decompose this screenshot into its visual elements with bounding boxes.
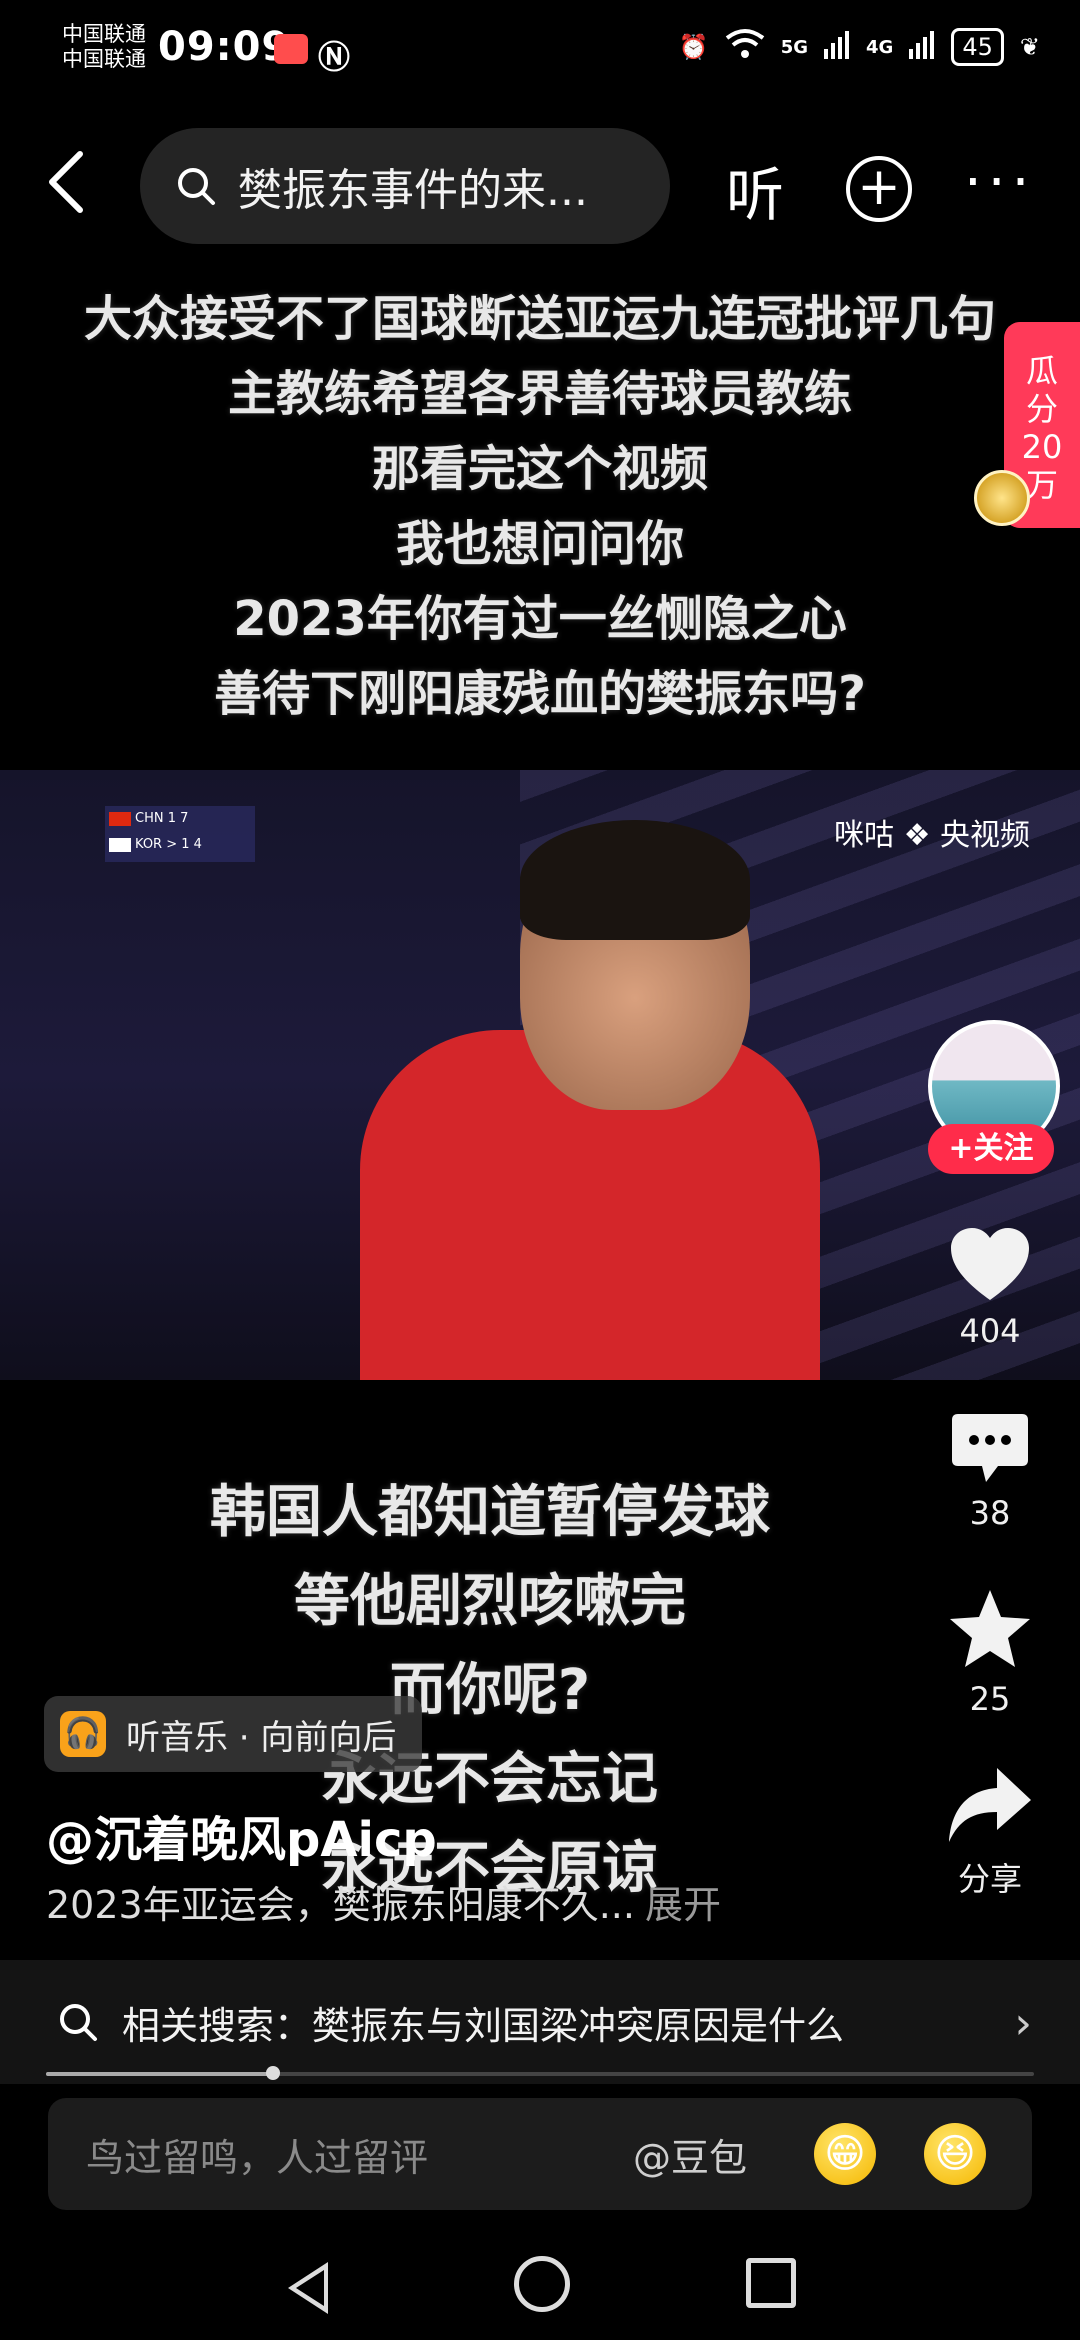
- caption-top-line: 大众接受不了国球断送亚运九连冠批评几句: [83, 291, 996, 347]
- author-handle[interactable]: @沉着晚风pAicp: [46, 1800, 437, 1870]
- nav-back-icon: [296, 2270, 324, 2306]
- scoreboard: CHN 1 7 KOR > 1 4: [105, 806, 255, 862]
- score-row-1: CHN 1 7: [135, 811, 189, 826]
- add-button[interactable]: +: [846, 156, 912, 222]
- chevron-right-icon: ›: [1014, 1998, 1032, 2049]
- caption-bottom-line: 等他剧烈咳嗽完: [294, 1569, 686, 1634]
- caption-top-line: 善待下刚阳康残血的樊振东吗?: [214, 666, 866, 722]
- headphones-icon: 🎧: [60, 1711, 106, 1757]
- share-label: 分享: [957, 1860, 1022, 1898]
- leaf-icon: ❦: [1019, 33, 1040, 61]
- related-search-bar[interactable]: 相关搜索：樊振东与刘国梁冲突原因是什么 ›: [0, 1960, 1080, 2084]
- korea-flag-icon: [109, 837, 131, 852]
- status-time: 09:09: [158, 24, 291, 70]
- star-icon: [950, 1590, 1030, 1667]
- follow-button[interactable]: +关注: [928, 1124, 1054, 1174]
- like-action[interactable]: 404: [930, 1226, 1050, 1350]
- laugh-emoji-button[interactable]: 😆: [924, 2123, 986, 2185]
- signal-icon-2: [909, 29, 935, 65]
- signal-icon-1: [824, 29, 850, 65]
- mention-button[interactable]: @豆包: [633, 2127, 747, 2182]
- search-icon: [178, 168, 215, 205]
- expand-link[interactable]: 展开: [645, 1883, 721, 1927]
- chevron-left-icon: [49, 151, 83, 213]
- share-arrow-icon: [949, 1768, 1031, 1842]
- reward-line: 20: [1021, 428, 1063, 466]
- network-5g-label: 5G: [780, 36, 809, 58]
- plus-icon: +: [857, 157, 901, 217]
- caption-bottom-line: 韩国人都知道暂停发球: [210, 1480, 770, 1545]
- search-bar[interactable]: 樊振东事件的来...: [140, 128, 670, 244]
- description-text: 2023年亚运会，樊振东阳康不久...: [46, 1883, 635, 1927]
- comment-placeholder: 鸟过留鸣，人过留评: [86, 2135, 429, 2180]
- music-text: 听音乐 · 向前向后: [126, 1717, 397, 1758]
- video-frame[interactable]: CHN 1 7 KOR > 1 4 咪咕 ❖ 央视频: [0, 770, 1080, 1380]
- comment-count: 38: [969, 1494, 1011, 1532]
- comment-bubble-icon: [952, 1414, 1028, 1482]
- back-button[interactable]: [46, 150, 96, 220]
- network-4g-label: 4G: [866, 36, 894, 58]
- player-hair: [520, 820, 750, 940]
- grin-emoji-button[interactable]: 😁: [814, 2123, 876, 2185]
- carrier-1: 中国联通: [62, 22, 146, 46]
- comment-action[interactable]: 38: [930, 1412, 1050, 1532]
- caption-top: 大众接受不了国球断送亚运九连冠批评几句 主教练希望各界善待球员教练 那看完这个视…: [0, 282, 1080, 732]
- comment-input-bar[interactable]: 鸟过留鸣，人过留评 @豆包 😁 😆: [48, 2098, 1032, 2210]
- score-row-2: KOR > 1 4: [135, 837, 202, 852]
- status-bar: 中国联通 中国联通 09:09 Ⓝ ⏰ 5G 4G 45 ❦: [0, 0, 1080, 110]
- caption-top-line: 那看完这个视频: [371, 441, 708, 497]
- carrier-2: 中国联通: [62, 47, 146, 71]
- search-icon: [60, 2004, 97, 2041]
- china-flag-icon: [109, 811, 131, 826]
- nav-recents-button[interactable]: [746, 2258, 796, 2308]
- more-dots-icon: ···: [964, 150, 1036, 215]
- notification-app-icon: [274, 34, 308, 64]
- battery-indicator: 45: [951, 28, 1004, 66]
- video-progress-fill: [46, 2072, 274, 2076]
- reward-line: 分: [1025, 390, 1058, 428]
- favorite-action[interactable]: 25: [930, 1588, 1050, 1718]
- reward-line: 瓜: [1025, 352, 1058, 390]
- caption-top-line: 2023年你有过一丝恻隐之心: [233, 591, 847, 647]
- favorite-count: 25: [969, 1680, 1011, 1718]
- nfc-icon: Ⓝ: [318, 38, 351, 76]
- carrier-labels: 中国联通 中国联通: [62, 22, 146, 72]
- status-icons: ⏰ 5G 4G 45 ❦: [679, 28, 1040, 66]
- post-description[interactable]: 2023年亚运会，樊振东阳康不久... 展开: [46, 1874, 721, 1929]
- like-count: 404: [959, 1312, 1021, 1350]
- share-action[interactable]: 分享: [930, 1766, 1050, 1900]
- caption-top-line: 主教练希望各界善待球员教练: [227, 366, 852, 422]
- more-options-button[interactable]: ···: [964, 150, 1035, 215]
- related-search-text: 相关搜索：樊振东与刘国梁冲突原因是什么: [122, 2003, 845, 2048]
- medal-icon: [974, 470, 1030, 526]
- wifi-icon: [725, 28, 765, 66]
- search-query-text: 樊振东事件的来...: [238, 165, 588, 216]
- alarm-icon: ⏰: [678, 33, 709, 61]
- caption-top-line: 我也想问问你: [395, 516, 684, 572]
- music-chip[interactable]: 🎧 听音乐 · 向前向后: [44, 1696, 423, 1772]
- broadcaster-logo: 咪咕 ❖ 央视频: [834, 818, 1030, 853]
- nav-home-button[interactable]: [514, 2256, 570, 2312]
- heart-icon: [951, 1228, 1029, 1300]
- listen-button[interactable]: 听: [726, 148, 784, 232]
